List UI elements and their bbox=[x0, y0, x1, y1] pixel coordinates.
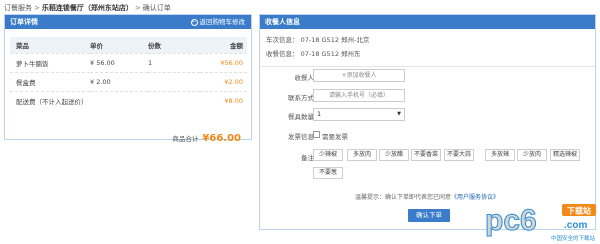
subtotal-value: ¥66.00 bbox=[202, 133, 241, 144]
watermark-tag: 下载站 bbox=[567, 206, 591, 216]
breadcrumb-home[interactable]: 订餐服务 bbox=[4, 4, 32, 12]
item-quantity: 1 bbox=[148, 52, 200, 72]
tableware-count-value: 1 bbox=[317, 110, 322, 118]
table-row: 配送费（不计入起送价） ¥8.00 bbox=[10, 90, 247, 110]
note-tag[interactable]: 不要葱 bbox=[313, 167, 343, 179]
note-tag[interactable]: 精选辣椒 bbox=[550, 149, 580, 161]
back-to-cart-label: 返回购物车修改 bbox=[199, 18, 246, 26]
delivery-info: 收餐信息： 07-18 G512 郑州东 bbox=[266, 50, 361, 58]
note-tag[interactable]: 少辣椒 bbox=[313, 149, 343, 161]
recipient-info-header: 收餐人信息 bbox=[260, 15, 595, 29]
table-row: 萝卜牛腩饭 ¥ 56.00 1 ¥56.00 bbox=[10, 52, 247, 72]
recipient-name-input[interactable]: +添加收餐人 bbox=[313, 69, 405, 82]
recipient-info-title: 收餐人信息 bbox=[265, 18, 300, 26]
notice: 温馨提示：确认下单即代表您已同意《用户服务协议》 bbox=[355, 192, 499, 201]
phone-label: 联系方式 bbox=[288, 94, 314, 102]
order-details-title: 订单详情 bbox=[10, 18, 38, 26]
order-details-panel: 订单详情 ← 返回购物车修改 菜品 单价 份数 金额 萝卜牛腩饭 ¥ 56.00… bbox=[4, 14, 252, 144]
back-to-cart-link[interactable]: ← 返回购物车修改 bbox=[190, 15, 246, 29]
recipient-name-label: 收餐人 bbox=[294, 74, 315, 82]
note-tag[interactable]: 少放醋 bbox=[379, 149, 409, 161]
notice-text: 温馨提示：确认下单即代表您已同意 bbox=[355, 194, 452, 201]
tableware-count-label: 餐具数量 bbox=[288, 113, 314, 121]
item-amount: ¥2.00 bbox=[200, 71, 247, 91]
watermark-domain: .com bbox=[564, 220, 587, 231]
note-tag[interactable]: 多放辣 bbox=[485, 149, 515, 161]
watermark-slogan: 中国安全的下载站 bbox=[551, 234, 596, 242]
breadcrumb-separator: > bbox=[34, 4, 40, 12]
order-items-table: 菜品 单价 份数 金额 萝卜牛腩饭 ¥ 56.00 1 ¥56.00 餐盒费 ¥… bbox=[10, 37, 247, 110]
phone-input[interactable]: 请输入手机号（必填） bbox=[313, 89, 405, 102]
subtotal: 商品合计 ¥66.00 bbox=[172, 133, 241, 144]
breadcrumb-restaurant[interactable]: 乐稻连锁餐厅（郑州东站店） bbox=[42, 4, 133, 12]
header-dish: 菜品 bbox=[10, 37, 90, 53]
subtotal-label: 商品合计 bbox=[172, 135, 199, 143]
breadcrumb: 订餐服务 > 乐稻连锁餐厅（郑州东站店） > 确认订单 bbox=[4, 3, 171, 13]
note-tag[interactable]: 不要香菜 bbox=[411, 149, 441, 161]
back-arrow-icon: ← bbox=[190, 18, 198, 26]
item-name: 餐盒费 bbox=[10, 71, 90, 91]
item-price: ¥ 2.00 bbox=[90, 71, 148, 91]
invoice-checkbox[interactable] bbox=[313, 131, 320, 138]
notes-label: 备注 bbox=[301, 154, 314, 162]
header-quantity: 份数 bbox=[148, 37, 200, 53]
item-name: 萝卜牛腩饭 bbox=[10, 52, 90, 72]
breadcrumb-current: 确认订单 bbox=[142, 4, 171, 12]
pc6-watermark-logo: pc6 下载站 .com 中国安全的下载站 bbox=[485, 204, 596, 242]
note-tag[interactable]: 多放肉 bbox=[347, 149, 377, 161]
item-name: 配送费（不计入起送价） bbox=[10, 90, 200, 110]
invoice-label: 发票信息 bbox=[288, 133, 314, 141]
note-tag[interactable]: 少放肉 bbox=[517, 149, 547, 161]
item-amount: ¥8.00 bbox=[200, 90, 247, 110]
caret-down-icon: ▼ bbox=[397, 111, 401, 117]
invoice-option-label: 需要发票 bbox=[322, 133, 348, 141]
watermark-brand: pc6 bbox=[485, 204, 537, 237]
divider bbox=[260, 66, 595, 67]
table-row: 餐盒费 ¥ 2.00 ¥2.00 bbox=[10, 71, 247, 91]
header-amount: 金额 bbox=[200, 37, 247, 53]
train-info: 车次信息： 07-18 G512 郑州-北京 bbox=[266, 36, 370, 44]
note-tag[interactable]: 不要大蒜 bbox=[444, 149, 474, 161]
submit-order-button[interactable]: 确认下单 bbox=[408, 209, 450, 222]
item-amount: ¥56.00 bbox=[200, 52, 247, 72]
order-details-header: 订单详情 ← 返回购物车修改 bbox=[5, 15, 251, 29]
item-quantity bbox=[148, 71, 200, 91]
item-price: ¥ 56.00 bbox=[90, 52, 148, 72]
table-header-row: 菜品 单价 份数 金额 bbox=[10, 37, 247, 53]
tableware-count-select[interactable]: 1 ▼ bbox=[313, 108, 405, 121]
header-unit-price: 单价 bbox=[90, 37, 148, 53]
breadcrumb-separator: > bbox=[134, 4, 141, 12]
